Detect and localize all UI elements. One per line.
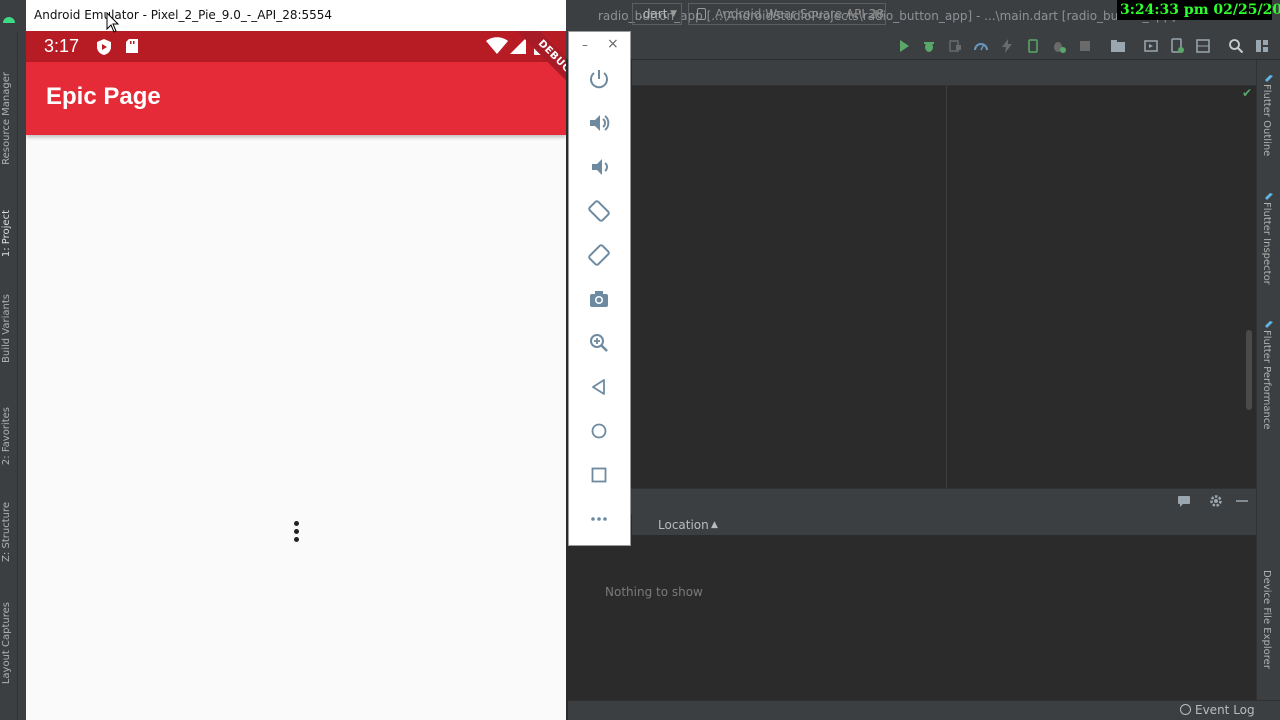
overview-icon[interactable] — [587, 463, 611, 487]
play-protect-icon — [96, 38, 112, 60]
left-tool-strip: Resource Manager 1: Project Build Varian… — [0, 32, 18, 720]
device-selector-label: Android Wear Square API 28 — [715, 7, 884, 21]
gear-icon[interactable] — [1209, 494, 1223, 508]
back-icon[interactable] — [587, 375, 611, 399]
tool-favorites[interactable]: 2: Favorites — [1, 407, 12, 465]
wifi-icon — [486, 37, 508, 59]
volume-down-icon[interactable] — [587, 155, 611, 179]
bug-icon[interactable] — [1051, 38, 1067, 54]
signal-icon — [510, 37, 526, 59]
status-time: 3:17 — [44, 36, 80, 56]
right-tool-strip: Flutter Outline Flutter Inspector Flutte… — [1256, 60, 1280, 720]
screen: radio_button_app [...\AndroidStudioProje… — [0, 0, 1280, 720]
inspection-ok-icon: ✔ — [1242, 86, 1253, 100]
zoom-icon[interactable] — [587, 331, 611, 355]
tool-device-file-explorer[interactable]: Device File Explorer — [1261, 570, 1272, 669]
clock-overlay: 3:24:33 pm 02/25/2021 — [1117, 0, 1280, 20]
tool-flutter-performance[interactable]: Flutter Performance — [1261, 330, 1272, 430]
results-table-header — [632, 514, 1256, 536]
tool-build-variants[interactable]: Build Variants — [1, 294, 12, 363]
window-minimize-button[interactable]: – — [582, 38, 588, 52]
hot-reload-icon[interactable] — [999, 38, 1015, 54]
home-icon[interactable] — [587, 419, 611, 443]
device-icon — [697, 8, 706, 20]
emulator-left-edge — [18, 0, 26, 720]
search-icon[interactable] — [1228, 38, 1244, 54]
attach-icon[interactable] — [947, 38, 963, 54]
flutter-icon — [1264, 188, 1274, 200]
emulator-window-title: Android Emulator - Pixel_2_Pie_9.0_-_API… — [34, 8, 333, 22]
column-location[interactable]: Location — [658, 518, 709, 532]
profile-icon[interactable] — [973, 38, 989, 54]
rotate-right-icon[interactable] — [587, 243, 611, 267]
settings-icon[interactable] — [1254, 38, 1270, 54]
flutter-icon — [1264, 316, 1274, 328]
run-icon[interactable] — [896, 38, 912, 54]
android-studio-icon — [2, 8, 16, 23]
sd-card-icon — [125, 38, 139, 58]
app-bar: Epic Page — [26, 62, 566, 135]
chevron-down-icon: ▼ — [670, 9, 677, 19]
editor-tab-strip — [632, 60, 1256, 86]
power-icon[interactable] — [587, 67, 611, 91]
chevron-down-icon: ▼ — [872, 9, 879, 19]
editor-scrollbar[interactable] — [1246, 330, 1252, 410]
layout-icon[interactable] — [1143, 38, 1159, 54]
minimize-panel-icon[interactable] — [1235, 494, 1249, 508]
ide-status-bar — [568, 700, 1280, 720]
event-log-button[interactable]: Event Log — [1180, 703, 1255, 717]
debug-icon[interactable] — [921, 38, 937, 54]
camera-icon[interactable] — [587, 287, 611, 311]
mouse-cursor-icon — [106, 11, 120, 34]
more-vert-icon[interactable] — [291, 521, 301, 545]
sort-ascending-icon: ▲ — [711, 520, 718, 530]
tool-layout-captures[interactable]: Layout Captures — [1, 602, 12, 684]
tool-flutter-outline[interactable]: Flutter Outline — [1261, 84, 1272, 156]
tool-resource-manager[interactable]: Resource Manager — [1, 72, 12, 165]
event-log-icon — [1180, 704, 1191, 715]
flutter-icon — [1264, 70, 1274, 82]
event-log-label: Event Log — [1195, 703, 1255, 717]
sync-icon[interactable] — [1025, 38, 1041, 54]
android-status-bar: 3:17 — [26, 31, 566, 62]
stop-icon[interactable] — [1077, 38, 1093, 54]
ide-window-title: radio_button_app [...\AndroidStudioProje… — [598, 9, 1176, 23]
window-close-button[interactable]: × — [607, 36, 619, 52]
avd-manager-icon[interactable] — [1169, 38, 1185, 54]
phone-screen[interactable]: 3:17 Epic Page DEBUG — [26, 31, 566, 720]
bottom-panel-header — [568, 488, 1256, 514]
tool-project[interactable]: 1: Project — [1, 210, 12, 257]
chat-icon[interactable] — [1177, 494, 1191, 508]
file-selector[interactable]: .dart ▼ — [632, 3, 682, 25]
empty-state-text: Nothing to show — [605, 585, 703, 599]
project-structure-icon[interactable] — [1110, 38, 1126, 54]
tool-structure[interactable]: Z: Structure — [1, 502, 12, 562]
tool-flutter-inspector[interactable]: Flutter Inspector — [1261, 202, 1272, 285]
volume-up-icon[interactable] — [587, 111, 611, 135]
page-title: Epic Page — [46, 83, 161, 110]
file-selector-label: .dart — [639, 7, 668, 21]
rotate-left-icon[interactable] — [587, 199, 611, 223]
editor-margin-line — [946, 86, 947, 488]
more-icon[interactable] — [587, 507, 611, 531]
device-selector[interactable]: Android Wear Square API 28 ▼ — [688, 3, 886, 25]
code-editor[interactable] — [632, 60, 1256, 488]
sdk-manager-icon[interactable] — [1195, 38, 1211, 54]
